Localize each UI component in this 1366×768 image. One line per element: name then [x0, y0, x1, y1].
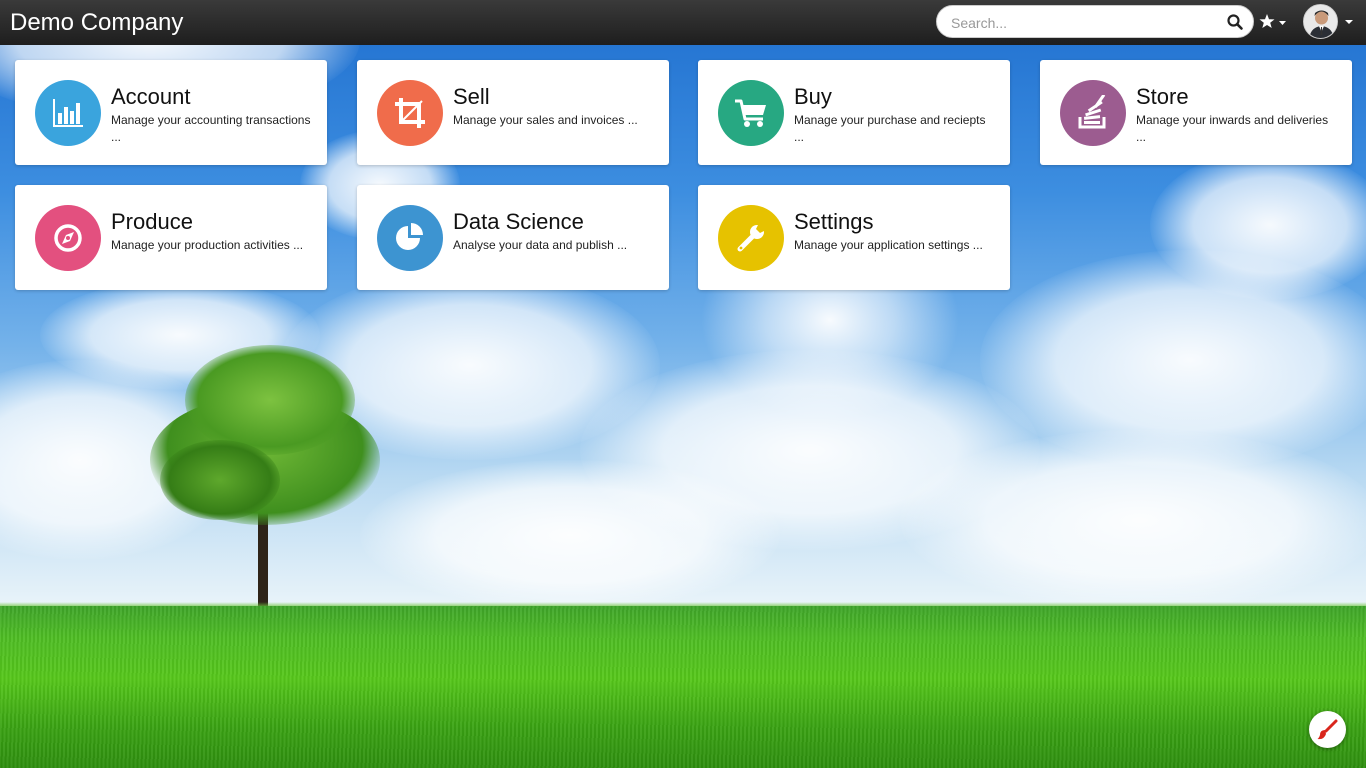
cloud [360, 460, 780, 610]
tree-canopy [160, 440, 280, 520]
cloud [900, 430, 1366, 610]
stack-icon [1078, 95, 1106, 129]
app-card-data-science[interactable]: Data Science Analyse your data and publi… [357, 185, 669, 290]
app-description: Analyse your data and publish ... [453, 238, 628, 252]
app-description: Manage your application settings ... [794, 238, 983, 252]
app-card-buy[interactable]: Buy Manage your purchase and reciepts ..… [698, 60, 1010, 165]
app-description: Manage your accounting transactions ... [111, 113, 311, 144]
app-card-settings[interactable]: Settings Manage your application setting… [698, 185, 1010, 290]
app-icon-circle [718, 205, 784, 271]
app-title: Data Science [453, 209, 584, 234]
app-card-produce[interactable]: Produce Manage your production activitie… [15, 185, 327, 290]
app-title: Store [1136, 84, 1189, 109]
app-icon-circle [718, 80, 784, 146]
app-description: Manage your inwards and deliveries ... [1136, 113, 1329, 144]
customize-theme-button[interactable] [1309, 711, 1346, 748]
app-icon-circle [377, 205, 443, 271]
crop-icon [395, 98, 425, 128]
paint-brush-icon [1317, 719, 1338, 740]
wrench-icon [737, 223, 766, 252]
grass-field [0, 606, 1366, 768]
favorites-star-icon[interactable] [1259, 11, 1291, 33]
app-title: Sell [453, 84, 490, 109]
search-box [936, 5, 1254, 38]
avatar[interactable] [1303, 4, 1338, 39]
compass-icon [54, 224, 82, 252]
user-avatar-icon [1304, 5, 1337, 38]
app-card-store[interactable]: Store Manage your inwards and deliveries… [1040, 60, 1352, 165]
app-description: Manage your sales and invoices ... [453, 113, 638, 127]
search-icon[interactable] [1226, 13, 1244, 31]
app-icon-circle [377, 80, 443, 146]
search-input[interactable] [949, 13, 1223, 33]
app-card-account[interactable]: Account Manage your accounting transacti… [15, 60, 327, 165]
bar-chart-icon [53, 99, 83, 127]
app-title: Buy [794, 84, 832, 109]
app-icon-circle [1060, 80, 1126, 146]
company-brand[interactable]: Demo Company [10, 9, 183, 37]
app-icon-circle [35, 80, 101, 146]
app-title: Settings [794, 209, 874, 234]
pie-chart-icon [396, 223, 423, 250]
app-description: Manage your production activities ... [111, 238, 304, 252]
chevron-down-icon[interactable] [1344, 18, 1354, 26]
app-description: Manage your purchase and reciepts ... [794, 113, 986, 144]
app-icon-circle [35, 205, 101, 271]
app-title: Account [111, 84, 191, 109]
tree-canopy [185, 345, 355, 455]
app-card-sell[interactable]: Sell Manage your sales and invoices ... [357, 60, 669, 165]
app-title: Produce [111, 209, 193, 234]
shopping-cart-icon [735, 99, 766, 127]
top-navbar: Demo Company [0, 0, 1366, 45]
